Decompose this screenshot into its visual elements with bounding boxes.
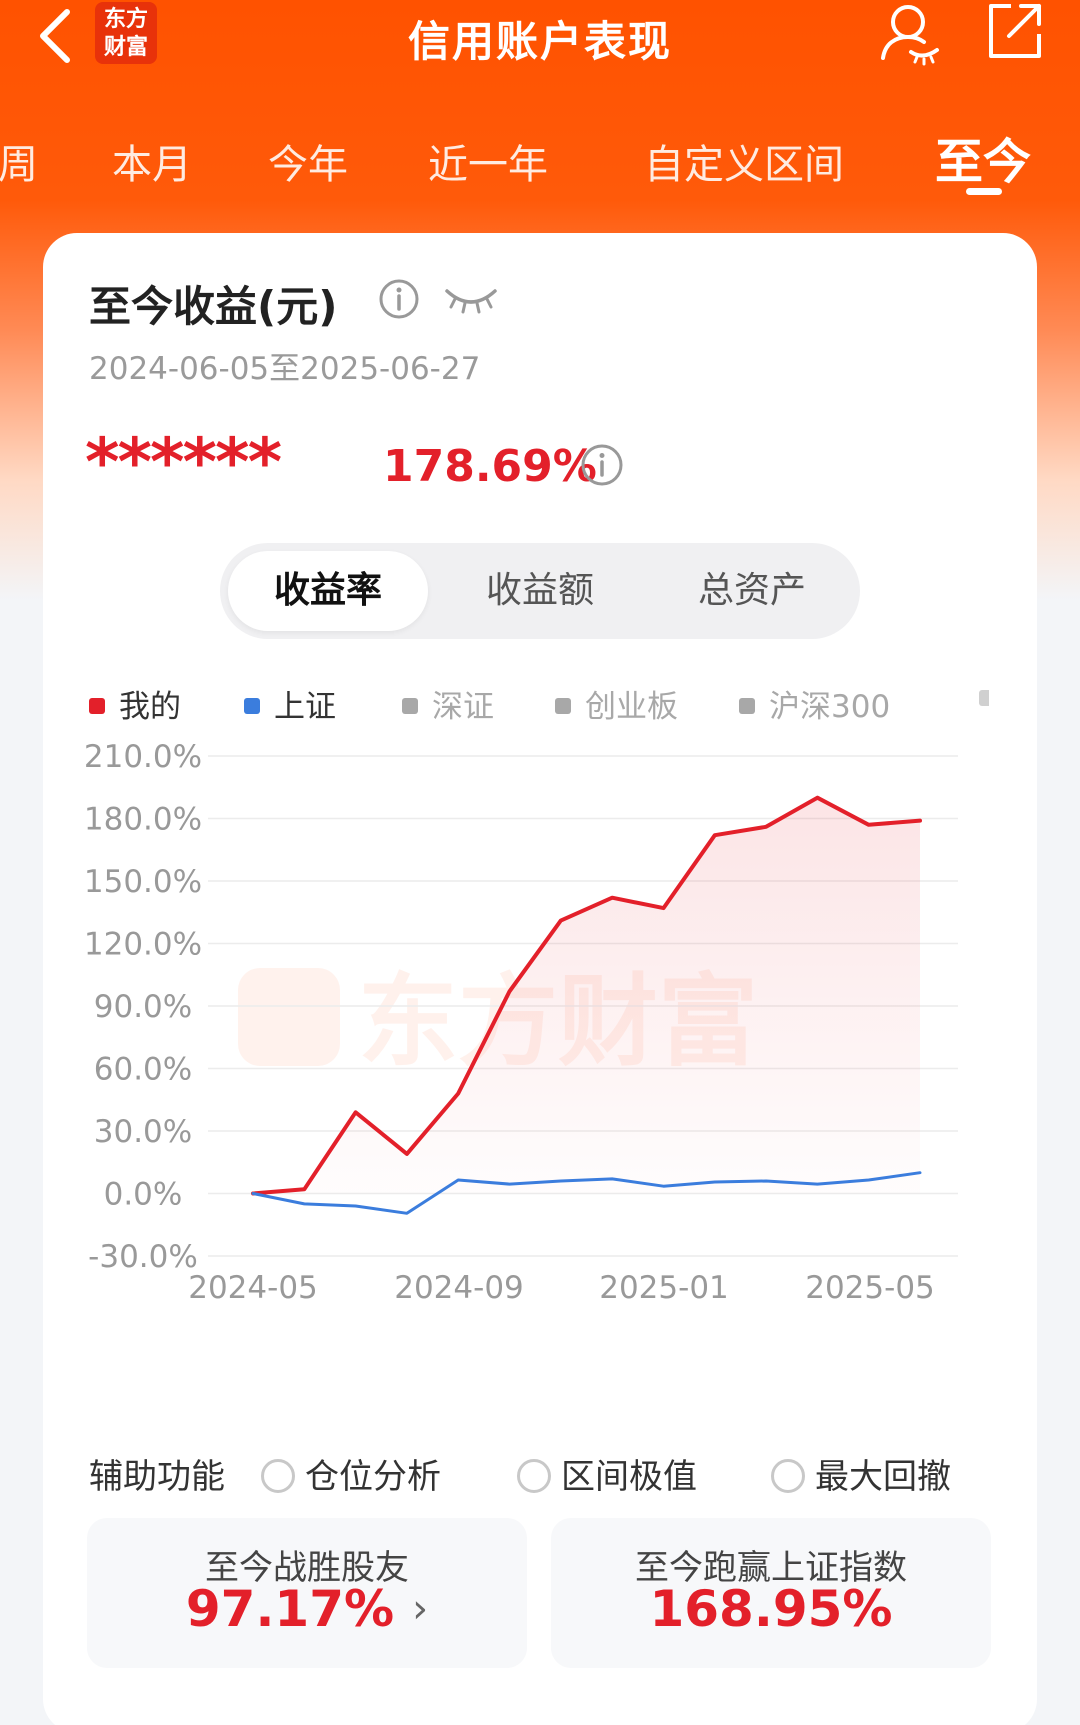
segment-return-amount[interactable]: 收益额 bbox=[440, 551, 640, 631]
user-eye-icon bbox=[881, 5, 939, 66]
segment-return-rate[interactable]: 收益率 bbox=[228, 551, 428, 631]
active-tab-indicator bbox=[966, 188, 1002, 195]
legend-swatch bbox=[402, 698, 418, 714]
legend-label: 深证 bbox=[432, 689, 494, 725]
legend-item-shanghai[interactable]: 上证 bbox=[244, 681, 336, 726]
aux-option-position-analysis[interactable]: 仓位分析 bbox=[261, 1449, 441, 1498]
legend-item-csi300[interactable]: 沪深300 bbox=[739, 681, 890, 726]
card-title: 至今收益(元) bbox=[89, 282, 338, 331]
y-tick-label: 0.0% bbox=[104, 1177, 183, 1213]
watermark-logo-mark bbox=[238, 968, 340, 1066]
eye-closed-icon[interactable] bbox=[443, 283, 499, 317]
performance-card: 至今收益(元) 2024-06-05至2025-06-27 ****** 178… bbox=[43, 233, 1037, 1725]
x-tick-label: 2024-05 bbox=[188, 1270, 318, 1306]
top-bar: 东方 财富 信用账户表现 bbox=[0, 0, 1080, 90]
legend-item-mine[interactable]: 我的 bbox=[89, 681, 181, 726]
stat-beat-shanghai-index: 至今跑赢上证指数 168.95% bbox=[551, 1518, 991, 1668]
masked-amount: ****** bbox=[85, 424, 282, 501]
aux-option-label: 区间极值 bbox=[561, 1457, 697, 1497]
watermark-logo bbox=[238, 968, 340, 1066]
legend-item-chinext[interactable]: 创业板 bbox=[555, 681, 678, 726]
aux-functions: 辅助功能 仓位分析 区间极值 最大回撤 bbox=[89, 1443, 1009, 1503]
return-percentage: 178.69% bbox=[383, 441, 597, 492]
stat-beat-peers[interactable]: 至今战胜股友 97.17% › bbox=[87, 1518, 527, 1668]
legend-label: 我的 bbox=[119, 689, 181, 725]
stat-value: 97.17% › bbox=[87, 1580, 527, 1638]
tab-custom-range[interactable]: 自定义区间 bbox=[644, 132, 844, 190]
aux-option-max-drawdown[interactable]: 最大回撤 bbox=[771, 1449, 951, 1498]
y-tick-label: 60.0% bbox=[94, 1052, 192, 1088]
legend-swatch bbox=[739, 698, 755, 714]
user-profile-button[interactable] bbox=[875, 0, 941, 66]
returns-line-chart: 东方财富210.0%180.0%150.0%120.0%90.0%60.0%30… bbox=[84, 739, 958, 1306]
x-tick-label: 2025-05 bbox=[805, 1270, 935, 1306]
info-icon[interactable] bbox=[580, 443, 624, 487]
radio-icon bbox=[771, 1459, 805, 1493]
legend-swatch bbox=[555, 698, 571, 714]
radio-icon bbox=[261, 1459, 295, 1493]
chart-legend: 我的 上证 深证 创业板 沪深300 bbox=[89, 681, 989, 731]
legend-swatch bbox=[89, 698, 105, 714]
legend-label: 沪深300 bbox=[769, 689, 891, 725]
segment-total-assets[interactable]: 总资产 bbox=[652, 551, 852, 631]
y-tick-label: 30.0% bbox=[94, 1114, 192, 1150]
stat-value: 168.95% bbox=[649, 1580, 893, 1638]
y-tick-label: 180.0% bbox=[84, 802, 202, 838]
stat-value-text: 97.17% bbox=[185, 1580, 395, 1638]
date-range: 2024-06-05至2025-06-27 bbox=[89, 351, 481, 387]
legend-item-shenzhen[interactable]: 深证 bbox=[402, 681, 494, 726]
tab-this-year[interactable]: 今年 bbox=[268, 132, 348, 190]
share-button[interactable] bbox=[985, 0, 1045, 60]
radio-icon bbox=[517, 1459, 551, 1493]
legend-swatch bbox=[244, 698, 260, 714]
x-tick-label: 2024-09 bbox=[394, 1270, 524, 1306]
x-tick-label: 2025-01 bbox=[599, 1270, 729, 1306]
tab-week[interactable]: 周 bbox=[0, 132, 38, 190]
tab-this-month[interactable]: 本月 bbox=[112, 132, 192, 190]
share-external-icon bbox=[989, 4, 1041, 58]
info-icon[interactable] bbox=[378, 278, 420, 320]
aux-option-label: 最大回撤 bbox=[815, 1457, 951, 1497]
legend-item-more[interactable] bbox=[979, 681, 989, 717]
legend-label: 上证 bbox=[274, 689, 336, 725]
y-tick-label: 210.0% bbox=[84, 739, 202, 775]
aux-option-label: 仓位分析 bbox=[305, 1457, 441, 1497]
legend-swatch bbox=[979, 690, 989, 706]
chevron-right-icon: › bbox=[412, 1586, 429, 1632]
period-tabs: 周 本月 今年 近一年 自定义区间 至今 bbox=[0, 118, 1080, 198]
y-tick-label: 150.0% bbox=[84, 864, 202, 900]
series-area-0 bbox=[253, 797, 920, 1194]
tab-to-date[interactable]: 至今 bbox=[935, 122, 1031, 192]
tab-last-year[interactable]: 近一年 bbox=[428, 132, 548, 190]
y-tick-label: 90.0% bbox=[94, 989, 192, 1025]
aux-option-range-extremes[interactable]: 区间极值 bbox=[517, 1449, 697, 1498]
metric-segmented-control: 收益率 收益额 总资产 bbox=[220, 543, 860, 639]
y-tick-label: 120.0% bbox=[84, 927, 202, 963]
legend-label: 创业板 bbox=[585, 689, 678, 725]
aux-label: 辅助功能 bbox=[89, 1457, 225, 1497]
y-tick-label: -30.0% bbox=[88, 1239, 198, 1275]
